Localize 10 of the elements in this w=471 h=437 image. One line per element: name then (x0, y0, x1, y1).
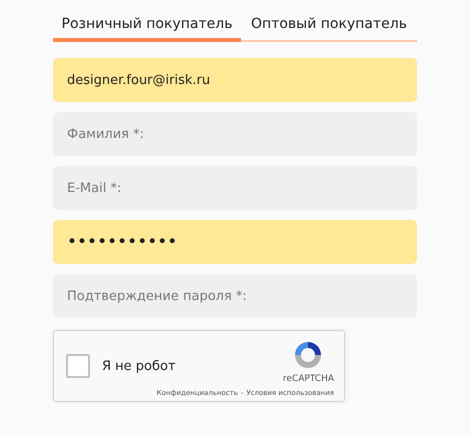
captcha-label: Я не робот (102, 358, 176, 374)
tab[interactable]: Оптовый покупатель (241, 12, 417, 42)
tab[interactable]: Розничный покупатель (53, 12, 241, 42)
input-field[interactable]: E-Mail *: (53, 166, 417, 210)
recaptcha-brand: reCAPTCHA (282, 374, 334, 384)
password-field[interactable]: ••••••••••• (53, 220, 417, 264)
password-field[interactable]: Подтверждение пароля *: (53, 274, 417, 318)
checkbox[interactable] (66, 354, 90, 378)
input-field[interactable]: designer.four@irisk.ru (53, 58, 417, 102)
input-field[interactable]: Фамилия *: (53, 112, 417, 156)
